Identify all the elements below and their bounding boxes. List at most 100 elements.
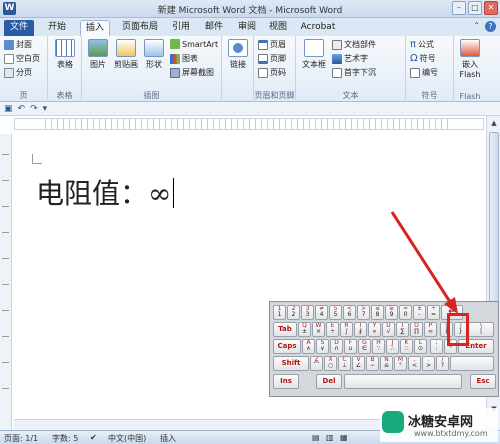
key-row4-6[interactable]: M ° <box>394 356 407 371</box>
key-row3-3[interactable]: F ∪ <box>344 339 357 354</box>
key-row2-5[interactable]: Y ∝ <box>368 322 381 337</box>
tab-page-layout[interactable]: 页面布局 <box>115 20 165 36</box>
save-icon[interactable]: ▣ <box>4 104 13 114</box>
picture-button[interactable]: 图片 <box>86 39 110 70</box>
customize-toolbar-icon[interactable]: ▾ <box>43 104 48 114</box>
textbox-button[interactable]: 文本框 <box>300 39 328 70</box>
equation-button[interactable]: π 公式 <box>410 39 434 50</box>
key-row4-3[interactable]: V ∠ <box>352 356 365 371</box>
blank-page-button[interactable]: 空白页 <box>4 53 40 64</box>
key-row3-6[interactable]: J ∴ <box>386 339 399 354</box>
tab-mailings[interactable]: 邮件 <box>200 20 228 36</box>
key-row1-1[interactable]: 22 <box>287 305 300 320</box>
cover-page-button[interactable]: 封面 <box>4 39 32 50</box>
key-row1-7[interactable]: ≤8 <box>371 305 384 320</box>
header-button[interactable]: 页眉 <box>258 39 286 50</box>
tab-view[interactable]: 视图 <box>264 20 292 36</box>
key-semicolon[interactable]: ;: <box>430 339 443 354</box>
insert-key[interactable]: Ins <box>273 374 299 389</box>
key-row3-0[interactable]: A ∧ <box>302 339 315 354</box>
key-row2-1[interactable]: W × <box>312 322 325 337</box>
scroll-up-icon[interactable]: ▲ <box>487 116 500 130</box>
key-row3-4[interactable]: G ∈ <box>358 339 371 354</box>
horizontal-ruler[interactable] <box>14 118 484 130</box>
proofing-icon[interactable]: ✔ <box>90 433 97 442</box>
status-word-count[interactable]: 字数: 5 <box>52 433 78 444</box>
key-backslash[interactable]: \ | <box>468 322 494 337</box>
clipart-button[interactable]: 剪贴画 <box>112 39 140 70</box>
key-row4-5[interactable]: N ≌ <box>380 356 393 371</box>
embed-flash-button[interactable]: 嵌入 Flash <box>457 39 483 79</box>
key-row3-7[interactable]: K ∷ <box>400 339 413 354</box>
key-row1-9[interactable]: = 0 <box>399 305 412 320</box>
numbering-button[interactable]: 编号 <box>410 67 438 78</box>
tab-file[interactable]: 文件 <box>4 20 34 36</box>
key-row1-11[interactable]: ÷ = <box>427 305 440 320</box>
tab-key[interactable]: Tab <box>273 322 297 337</box>
key-row1-10[interactable]: ± - <box>413 305 426 320</box>
key-row2-0[interactable]: Q ± <box>298 322 311 337</box>
chart-button[interactable]: 图表 <box>170 53 198 64</box>
key-row2-2[interactable]: E ÷ <box>326 322 339 337</box>
key-row1-6[interactable]: >7 <box>357 305 370 320</box>
wordart-button[interactable]: 艺术字 <box>332 53 368 64</box>
key-row4-2[interactable]: C ⊥ <box>338 356 351 371</box>
key-row4-0[interactable]: Z ⌒ <box>310 356 323 371</box>
status-language[interactable]: 中文(中国) <box>108 433 146 444</box>
delete-key[interactable]: Del <box>316 374 342 389</box>
key-row1-8[interactable]: ≥9 <box>385 305 398 320</box>
tab-home[interactable]: 开始 <box>40 20 74 36</box>
page-number-button[interactable]: 页码 <box>258 67 286 78</box>
links-button[interactable]: 链接 <box>226 39 250 70</box>
key-row1-4[interactable]: 55 <box>329 305 342 320</box>
status-mode[interactable]: 插入 <box>160 433 176 444</box>
right-shift-key[interactable] <box>450 356 494 371</box>
tab-review[interactable]: 审阅 <box>233 20 261 36</box>
key-row3-1[interactable]: S ∨ <box>316 339 329 354</box>
web-layout-icon[interactable]: ▦ <box>340 433 348 442</box>
key-row2-8[interactable]: O ∏ <box>410 322 423 337</box>
caps-lock-key[interactable]: Caps <box>273 339 301 354</box>
minimize-button[interactable]: – <box>452 1 466 15</box>
maximize-button[interactable]: □ <box>468 1 482 15</box>
key-row2-4[interactable]: T ∮ <box>354 322 367 337</box>
key-row1-5[interactable]: <6 <box>343 305 356 320</box>
close-button[interactable]: ✕ <box>484 1 498 15</box>
tab-references[interactable]: 引用 <box>167 20 195 36</box>
document-text[interactable]: 电阻值：∞ <box>36 172 175 212</box>
key-row1-3[interactable]: ≠ 4 <box>315 305 328 320</box>
key-comma[interactable]: , < <box>408 356 421 371</box>
key-row3-5[interactable]: H ∵ <box>372 339 385 354</box>
vertical-ruler[interactable] <box>0 134 12 430</box>
tab-acrobat[interactable]: Acrobat <box>298 20 338 36</box>
key-row3-2[interactable]: D ∩ <box>330 339 343 354</box>
shapes-button[interactable]: 形状 <box>142 39 166 70</box>
symbol-button[interactable]: Ω 符号 <box>410 53 436 64</box>
key-row4-1[interactable]: X ○ <box>324 356 337 371</box>
escape-key[interactable]: Esc <box>470 374 496 389</box>
key-row4-4[interactable]: B ∽ <box>366 356 379 371</box>
smartart-button[interactable]: SmartArt <box>170 39 218 49</box>
key-period[interactable]: . > <box>422 356 435 371</box>
minimize-ribbon-icon[interactable]: ⌃ <box>473 21 480 30</box>
key-row3-8[interactable]: L ⊙ <box>414 339 427 354</box>
key-row1-0[interactable]: 11 <box>273 305 286 320</box>
quick-parts-button[interactable]: 文档部件 <box>332 39 376 50</box>
help-icon[interactable]: ? <box>485 21 496 32</box>
key-row2-3[interactable]: R ∫ <box>340 322 353 337</box>
page-break-button[interactable]: 分页 <box>4 67 32 78</box>
key-slash[interactable]: /? <box>436 356 449 371</box>
full-screen-icon[interactable]: ▥ <box>326 433 334 442</box>
footer-button[interactable]: 页脚 <box>258 53 286 64</box>
drop-cap-button[interactable]: 首字下沉 <box>332 67 376 78</box>
key-row2-7[interactable]: I ∑ <box>396 322 409 337</box>
status-page[interactable]: 页面: 1/1 <box>4 433 38 444</box>
key-row1-2[interactable]: 33 <box>301 305 314 320</box>
shift-key[interactable]: Shift <box>273 356 309 371</box>
tab-insert[interactable]: 插入 <box>80 20 110 36</box>
print-layout-icon[interactable]: ▤ <box>312 433 320 442</box>
undo-icon[interactable]: ↶ <box>18 104 26 114</box>
table-button[interactable]: 表格 <box>53 39 77 70</box>
screenshot-button[interactable]: 屏幕截图 <box>170 67 214 78</box>
key-row2-9[interactable]: P ∞ <box>424 322 437 337</box>
